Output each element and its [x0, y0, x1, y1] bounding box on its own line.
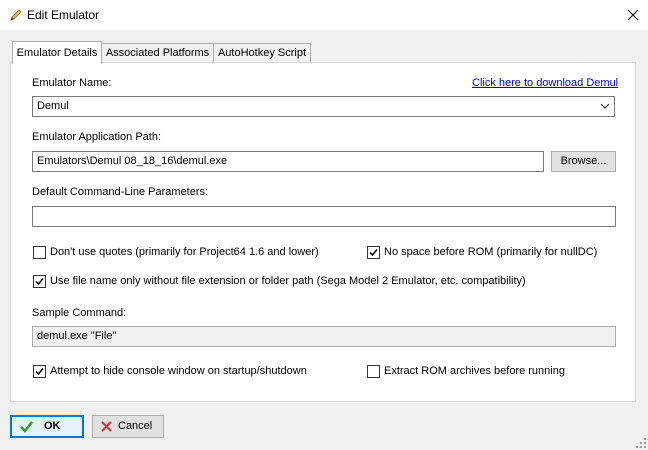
resize-grip-icon[interactable]	[636, 438, 646, 448]
chevron-down-icon	[600, 103, 610, 109]
download-link[interactable]: Click here to download Demul	[472, 77, 618, 89]
sample-command-label: Sample Command:	[32, 307, 127, 319]
no-space-checkbox[interactable]	[367, 246, 380, 259]
cancel-x-icon	[101, 421, 112, 432]
extract-archives-checkbox[interactable]	[367, 365, 380, 378]
tab-autohotkey-script[interactable]: AutoHotkey Script	[213, 43, 311, 63]
checkmark-icon	[369, 249, 378, 257]
sample-command-field: demul.exe "File"	[32, 326, 616, 347]
tab-emulator-details[interactable]: Emulator Details	[12, 41, 102, 64]
window-title: Edit Emulator	[27, 8, 100, 22]
emulator-name-combo[interactable]: Demul	[32, 96, 615, 117]
checkmark-icon	[20, 421, 33, 433]
filename-only-checkbox[interactable]	[33, 275, 46, 288]
title-bar: Edit Emulator	[0, 0, 648, 30]
cancel-button[interactable]: Cancel	[92, 415, 164, 438]
no-quotes-checkbox[interactable]	[33, 246, 46, 259]
emulator-name-value: Demul	[37, 100, 69, 112]
no-space-label: No space before ROM (primarily for nullD…	[384, 246, 598, 258]
extract-archives-label: Extract ROM archives before running	[384, 365, 565, 377]
checkmark-icon	[35, 278, 44, 286]
filename-only-label: Use file name only without file extensio…	[50, 275, 526, 287]
app-path-input[interactable]: Emulators\Demul 08_18_16\demul.exe	[32, 151, 544, 172]
ok-label: OK	[44, 420, 61, 432]
params-label: Default Command-Line Parameters:	[32, 186, 209, 198]
hide-console-checkbox[interactable]	[33, 365, 46, 378]
app-path-value: Emulators\Demul 08_18_16\demul.exe	[37, 155, 228, 167]
ok-button[interactable]: OK	[10, 415, 84, 438]
close-icon	[627, 9, 639, 21]
tab-associated-platforms[interactable]: Associated Platforms	[101, 43, 214, 63]
sample-command-value: demul.exe "File"	[37, 330, 117, 342]
app-path-label: Emulator Application Path:	[32, 131, 162, 143]
cancel-label: Cancel	[118, 420, 153, 432]
close-button[interactable]	[622, 4, 644, 26]
no-quotes-label: Don't use quotes (primarily for Project6…	[50, 246, 319, 258]
params-input[interactable]	[32, 206, 616, 227]
browse-button[interactable]: Browse...	[551, 151, 616, 172]
emulator-name-label: Emulator Name:	[32, 77, 112, 89]
checkmark-icon	[35, 368, 44, 376]
pencil-icon	[10, 9, 22, 21]
hide-console-label: Attempt to hide console window on startu…	[50, 365, 307, 377]
